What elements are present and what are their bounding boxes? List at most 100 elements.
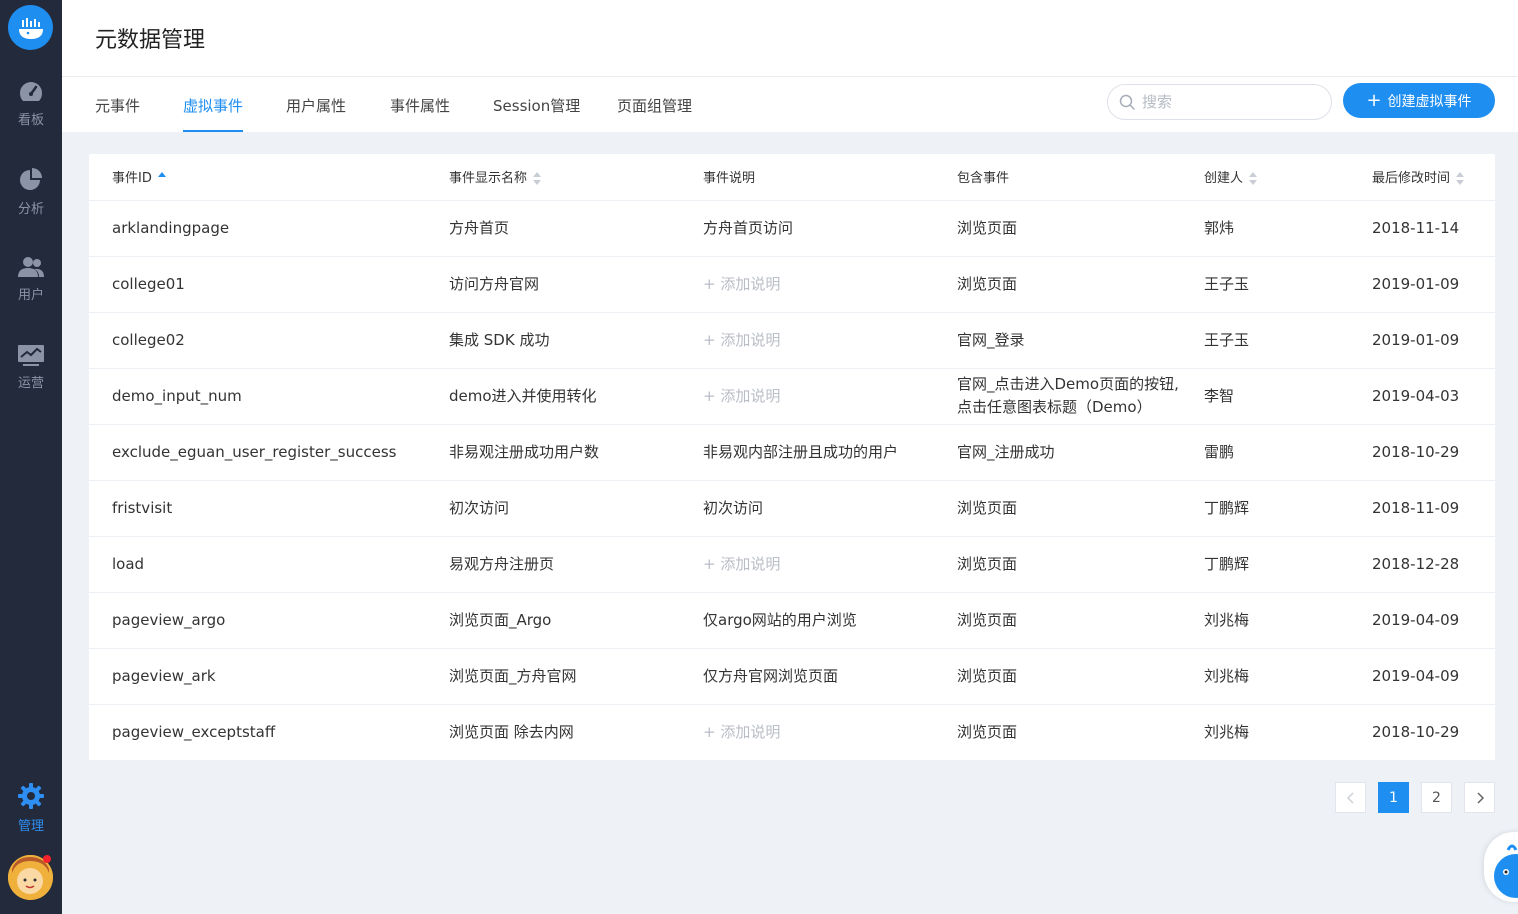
nav-item-dashboard[interactable]: 看板 xyxy=(0,80,62,140)
pagination-next-button[interactable] xyxy=(1464,782,1495,813)
virtual-events-table: 事件ID 事件显示名称 事件说明 包含事件 创建人 最后修改时间 arkland… xyxy=(89,154,1495,760)
cell-included-events: 浏览页面 xyxy=(934,536,1181,593)
pagination-page-2[interactable]: 2 xyxy=(1421,782,1452,813)
users-icon xyxy=(18,257,44,277)
help-assistant-widget[interactable] xyxy=(1484,832,1518,902)
cell-description: + 添加说明 xyxy=(680,256,934,313)
cell-creator: 刘兆梅 xyxy=(1181,648,1349,705)
pagination-page-1[interactable]: 1 xyxy=(1378,782,1409,813)
cell-creator: 王子玉 xyxy=(1181,312,1349,369)
tab-user-properties[interactable]: 用户属性 xyxy=(286,95,346,132)
table-row[interactable]: fristvisit 初次访问 初次访问 浏览页面 丁鹏辉 2018-11-09 xyxy=(89,480,1495,537)
logo-icon[interactable] xyxy=(8,5,53,50)
sort-asc-icon[interactable] xyxy=(157,171,166,186)
cell-display-name: 方舟首页 xyxy=(426,200,680,257)
cell-last-modified: 2019-04-09 xyxy=(1349,592,1495,649)
column-header-creator[interactable]: 创建人 xyxy=(1181,154,1349,201)
chevron-left-icon xyxy=(1346,791,1354,804)
cell-included-events: 浏览页面 xyxy=(957,722,1018,741)
nav-item-operations[interactable]: 运营 xyxy=(0,343,62,403)
whale-mascot-icon xyxy=(1494,844,1518,898)
gear-icon xyxy=(18,783,44,809)
cell-description: + 添加说明 xyxy=(680,536,934,593)
sort-icon[interactable] xyxy=(1456,171,1465,186)
add-description-link[interactable]: + 添加说明 xyxy=(703,387,780,405)
table-row[interactable]: pageview_ark 浏览页面_方舟官网 仅方舟官网浏览页面 浏览页面 刘兆梅 201… xyxy=(89,648,1495,705)
search-icon xyxy=(1119,94,1135,110)
cell-last-modified: 2018-10-29 xyxy=(1349,424,1495,481)
cell-last-modified: 2019-04-09 xyxy=(1349,648,1495,705)
cell-included-events: 官网_注册成功 xyxy=(934,424,1181,481)
cell-creator: 丁鹏辉 xyxy=(1181,480,1349,537)
cell-event-id: load xyxy=(89,536,426,593)
cell-last-modified: 2019-04-03 xyxy=(1349,368,1495,425)
nav-item-analysis[interactable]: 分析 xyxy=(0,167,62,227)
tab-session-management[interactable]: Session管理 xyxy=(493,95,580,132)
nav-label-dashboard: 看板 xyxy=(17,113,44,128)
cell-creator: 李智 xyxy=(1181,368,1349,425)
add-description-link[interactable]: + 添加说明 xyxy=(703,275,780,293)
search-box[interactable] xyxy=(1107,84,1332,120)
plus-icon: + xyxy=(1366,89,1382,111)
tab-page-group-management[interactable]: 页面组管理 xyxy=(617,95,692,132)
cell-included-events: 浏览页面 xyxy=(934,592,1181,649)
monitor-icon xyxy=(18,345,44,366)
cell-last-modified: 2018-12-28 xyxy=(1349,536,1495,593)
cell-display-name: 浏览页面_Argo xyxy=(426,592,680,649)
column-header-event-id[interactable]: 事件ID xyxy=(89,154,426,201)
cell-last-modified: 2019-01-09 xyxy=(1349,312,1495,369)
cell-included-events: 官网_登录 xyxy=(934,312,1181,369)
create-virtual-event-button[interactable]: + 创建虚拟事件 xyxy=(1343,83,1495,118)
table-row[interactable]: pageview_exceptstaff 浏览页面 除去内网 + 添加说明 浏览页面 刘… xyxy=(89,704,1495,760)
cell-display-name: 访问方舟官网 xyxy=(426,256,680,313)
pie-chart-icon xyxy=(20,168,42,190)
column-header-display-name[interactable]: 事件显示名称 xyxy=(426,154,680,201)
page-title: 元数据管理 xyxy=(95,28,206,53)
nav-item-manage[interactable]: 管理 xyxy=(0,782,62,842)
cell-creator: 丁鹏辉 xyxy=(1181,536,1349,593)
table-row[interactable]: load 易观方舟注册页 + 添加说明 浏览页面 丁鹏辉 2018-12-28 xyxy=(89,536,1495,593)
cell-display-name: 非易观注册成功用户数 xyxy=(426,424,680,481)
table-row[interactable]: pageview_argo 浏览页面_Argo 仅argo网站的用户浏览 浏览页面 刘兆… xyxy=(89,592,1495,649)
tab-event-properties[interactable]: 事件属性 xyxy=(390,95,450,132)
cell-event-id: exclude_eguan_user_register_success xyxy=(89,424,426,481)
cell-creator: 刘兆梅 xyxy=(1204,722,1250,741)
tab-virtual-events[interactable]: 虚拟事件 xyxy=(183,95,244,132)
cell-description: 仅argo网站的用户浏览 xyxy=(680,592,934,649)
pagination-prev-button[interactable] xyxy=(1335,782,1366,813)
cell-display-name: 浏览页面_方舟官网 xyxy=(426,648,680,705)
table-row[interactable]: demo_input_num demo进入并使用转化 + 添加说明 官网_点击进入De… xyxy=(89,368,1495,425)
tab-meta-events[interactable]: 元事件 xyxy=(95,95,140,132)
cell-included-events: 浏览页面 xyxy=(934,648,1181,705)
cell-description: 初次访问 xyxy=(680,480,934,537)
sort-icon[interactable] xyxy=(533,171,542,186)
search-input[interactable] xyxy=(1142,85,1322,119)
cell-description: + 添加说明 xyxy=(680,704,934,760)
cell-event-id: pageview_exceptstaff xyxy=(112,722,276,741)
table-row[interactable]: arklandingpage 方舟首页 方舟首页访问 浏览页面 郭炜 2018-11-14 xyxy=(89,200,1495,257)
table-row[interactable]: college01 访问方舟官网 + 添加说明 浏览页面 王子玉 2019-01-09 xyxy=(89,256,1495,313)
table-header-row: 事件ID 事件显示名称 事件说明 包含事件 创建人 最后修改时间 xyxy=(89,154,1495,201)
cell-event-id: arklandingpage xyxy=(89,200,426,257)
add-description-link[interactable]: + 添加说明 xyxy=(703,331,780,349)
sort-icon[interactable] xyxy=(1249,171,1258,186)
add-description-link[interactable]: + 添加说明 xyxy=(703,555,780,573)
cell-event-id: college01 xyxy=(89,256,426,313)
column-header-last-modified[interactable]: 最后修改时间 xyxy=(1349,154,1495,201)
cell-display-name: demo进入并使用转化 xyxy=(426,368,680,425)
cell-creator: 刘兆梅 xyxy=(1181,592,1349,649)
cell-event-id: college02 xyxy=(89,312,426,369)
table-row[interactable]: exclude_eguan_user_register_success 非易观注册… xyxy=(89,424,1495,481)
table-row[interactable]: college02 集成 SDK 成功 + 添加说明 官网_登录 王子玉 2019-01-… xyxy=(89,312,1495,369)
cell-creator: 王子玉 xyxy=(1181,256,1349,313)
cell-display-name: 初次访问 xyxy=(426,480,680,537)
cell-event-id: pageview_ark xyxy=(89,648,426,705)
add-description-link[interactable]: + 添加说明 xyxy=(703,723,780,741)
cell-creator: 雷鹏 xyxy=(1181,424,1349,481)
nav-label-users: 用户 xyxy=(17,288,44,303)
nav-label-analysis: 分析 xyxy=(17,202,44,217)
cell-creator: 郭炜 xyxy=(1181,200,1349,257)
cell-included-events: 浏览页面 xyxy=(934,480,1181,537)
notification-dot xyxy=(43,855,51,863)
nav-item-users[interactable]: 用户 xyxy=(0,255,62,315)
